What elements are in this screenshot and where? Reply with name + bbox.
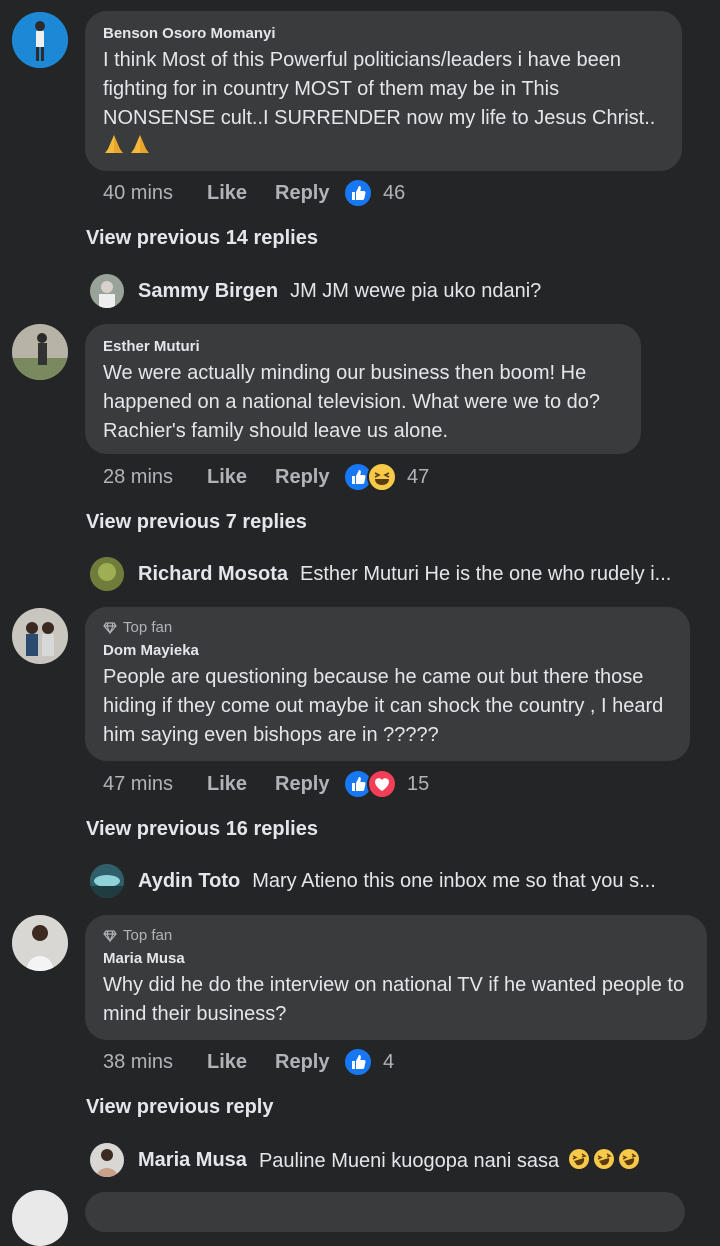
- reply-button[interactable]: Reply: [275, 182, 343, 205]
- comment-time[interactable]: 38 mins: [103, 1051, 207, 1074]
- reply-text: Pauline Mueni kuogopa nani sasa: [259, 1148, 640, 1173]
- reactions-summary[interactable]: [343, 769, 397, 799]
- reaction-count[interactable]: 46: [383, 182, 405, 205]
- comment-bubble: Top fan Maria Musa Why did he do the int…: [85, 915, 707, 1040]
- reaction-count[interactable]: 15: [407, 773, 429, 796]
- comment-text: People are questioning because he came o…: [103, 666, 664, 746]
- reaction-count[interactable]: 47: [407, 466, 429, 489]
- reply-avatar[interactable]: [90, 864, 124, 898]
- avatar[interactable]: [12, 12, 68, 68]
- reply-avatar[interactable]: [90, 274, 124, 308]
- like-button[interactable]: Like: [207, 182, 275, 205]
- reply-author[interactable]: Aydin Toto: [138, 870, 240, 893]
- comment-author[interactable]: Maria Musa: [103, 950, 689, 967]
- like-button[interactable]: Like: [207, 1051, 275, 1074]
- comment-text: Why did he do the interview on national …: [103, 974, 685, 1025]
- haha-reaction-icon: [367, 462, 397, 492]
- praying-hands-icon: [131, 135, 149, 153]
- comment-actions: 28 mins Like Reply 47: [103, 462, 429, 492]
- top-fan-label: Top fan: [123, 619, 173, 636]
- comment-time[interactable]: 40 mins: [103, 182, 207, 205]
- top-fan-diamond-icon: [103, 621, 117, 635]
- reply-button[interactable]: Reply: [275, 1051, 343, 1074]
- comment-bubble: [85, 1192, 685, 1232]
- comment-actions: 40 mins Like Reply 46: [103, 178, 405, 208]
- reply-text: Esther Muturi He is the one who rudely i…: [300, 562, 672, 585]
- top-fan-diamond-icon: [103, 929, 117, 943]
- reply-author[interactable]: Richard Mosota: [138, 563, 288, 586]
- comment-bubble: Esther Muturi We were actually minding o…: [85, 324, 641, 454]
- top-fan-badge: Top fan: [103, 927, 689, 944]
- reply-author[interactable]: Sammy Birgen: [138, 280, 278, 303]
- like-button[interactable]: Like: [207, 466, 275, 489]
- reactions-summary[interactable]: [343, 1047, 373, 1077]
- reply-author[interactable]: Maria Musa: [138, 1149, 247, 1172]
- comment-bubble: Benson Osoro Momanyi I think Most of thi…: [85, 11, 682, 171]
- comment-actions: 47 mins Like Reply 15: [103, 769, 429, 799]
- reactions-summary[interactable]: [343, 462, 397, 492]
- reply-button[interactable]: Reply: [275, 773, 343, 796]
- rofl-emoji: [568, 1148, 589, 1169]
- avatar[interactable]: [12, 1190, 68, 1246]
- top-fan-label: Top fan: [123, 927, 173, 944]
- rofl-emoji: [593, 1148, 614, 1169]
- comment-time[interactable]: 28 mins: [103, 466, 207, 489]
- love-reaction-icon: [367, 769, 397, 799]
- view-previous-replies[interactable]: View previous 16 replies: [86, 818, 318, 841]
- latest-reply[interactable]: Sammy Birgen JM JM wewe pia uko ndani?: [90, 274, 541, 308]
- view-previous-replies[interactable]: View previous 14 replies: [86, 227, 318, 250]
- comment-time[interactable]: 47 mins: [103, 773, 207, 796]
- reply-text: JM JM wewe pia uko ndani?: [290, 279, 542, 302]
- comment-actions: 38 mins Like Reply 4: [103, 1047, 394, 1077]
- comment-bubble: Top fan Dom Mayieka People are questioni…: [85, 607, 690, 761]
- like-reaction-icon: [343, 178, 373, 208]
- latest-reply[interactable]: Aydin Toto Mary Atieno this one inbox me…: [90, 864, 656, 898]
- like-reaction-icon: [343, 1047, 373, 1077]
- comment-author[interactable]: Esther Muturi: [103, 338, 623, 355]
- reply-avatar[interactable]: [90, 557, 124, 591]
- top-fan-badge: Top fan: [103, 619, 672, 636]
- latest-reply[interactable]: Richard Mosota Esther Muturi He is the o…: [90, 557, 671, 591]
- view-previous-replies[interactable]: View previous 7 replies: [86, 511, 307, 534]
- reply-text: Mary Atieno this one inbox me so that yo…: [252, 869, 656, 892]
- comment-author[interactable]: Benson Osoro Momanyi: [103, 25, 664, 42]
- reactions-summary[interactable]: [343, 178, 373, 208]
- like-button[interactable]: Like: [207, 773, 275, 796]
- latest-reply[interactable]: Maria Musa Pauline Mueni kuogopa nani sa…: [90, 1143, 640, 1177]
- avatar[interactable]: [12, 324, 68, 380]
- reaction-count[interactable]: 4: [383, 1051, 394, 1074]
- praying-hands-icon: [105, 135, 123, 153]
- avatar[interactable]: [12, 915, 68, 971]
- rofl-emoji: [618, 1148, 639, 1169]
- comment-author[interactable]: Dom Mayieka: [103, 642, 672, 659]
- comment-text: We were actually minding our business th…: [103, 362, 601, 442]
- view-previous-replies[interactable]: View previous reply: [86, 1096, 274, 1119]
- avatar[interactable]: [12, 608, 68, 664]
- comment-text: I think Most of this Powerful politician…: [103, 46, 664, 162]
- reply-button[interactable]: Reply: [275, 466, 343, 489]
- reply-avatar[interactable]: [90, 1143, 124, 1177]
